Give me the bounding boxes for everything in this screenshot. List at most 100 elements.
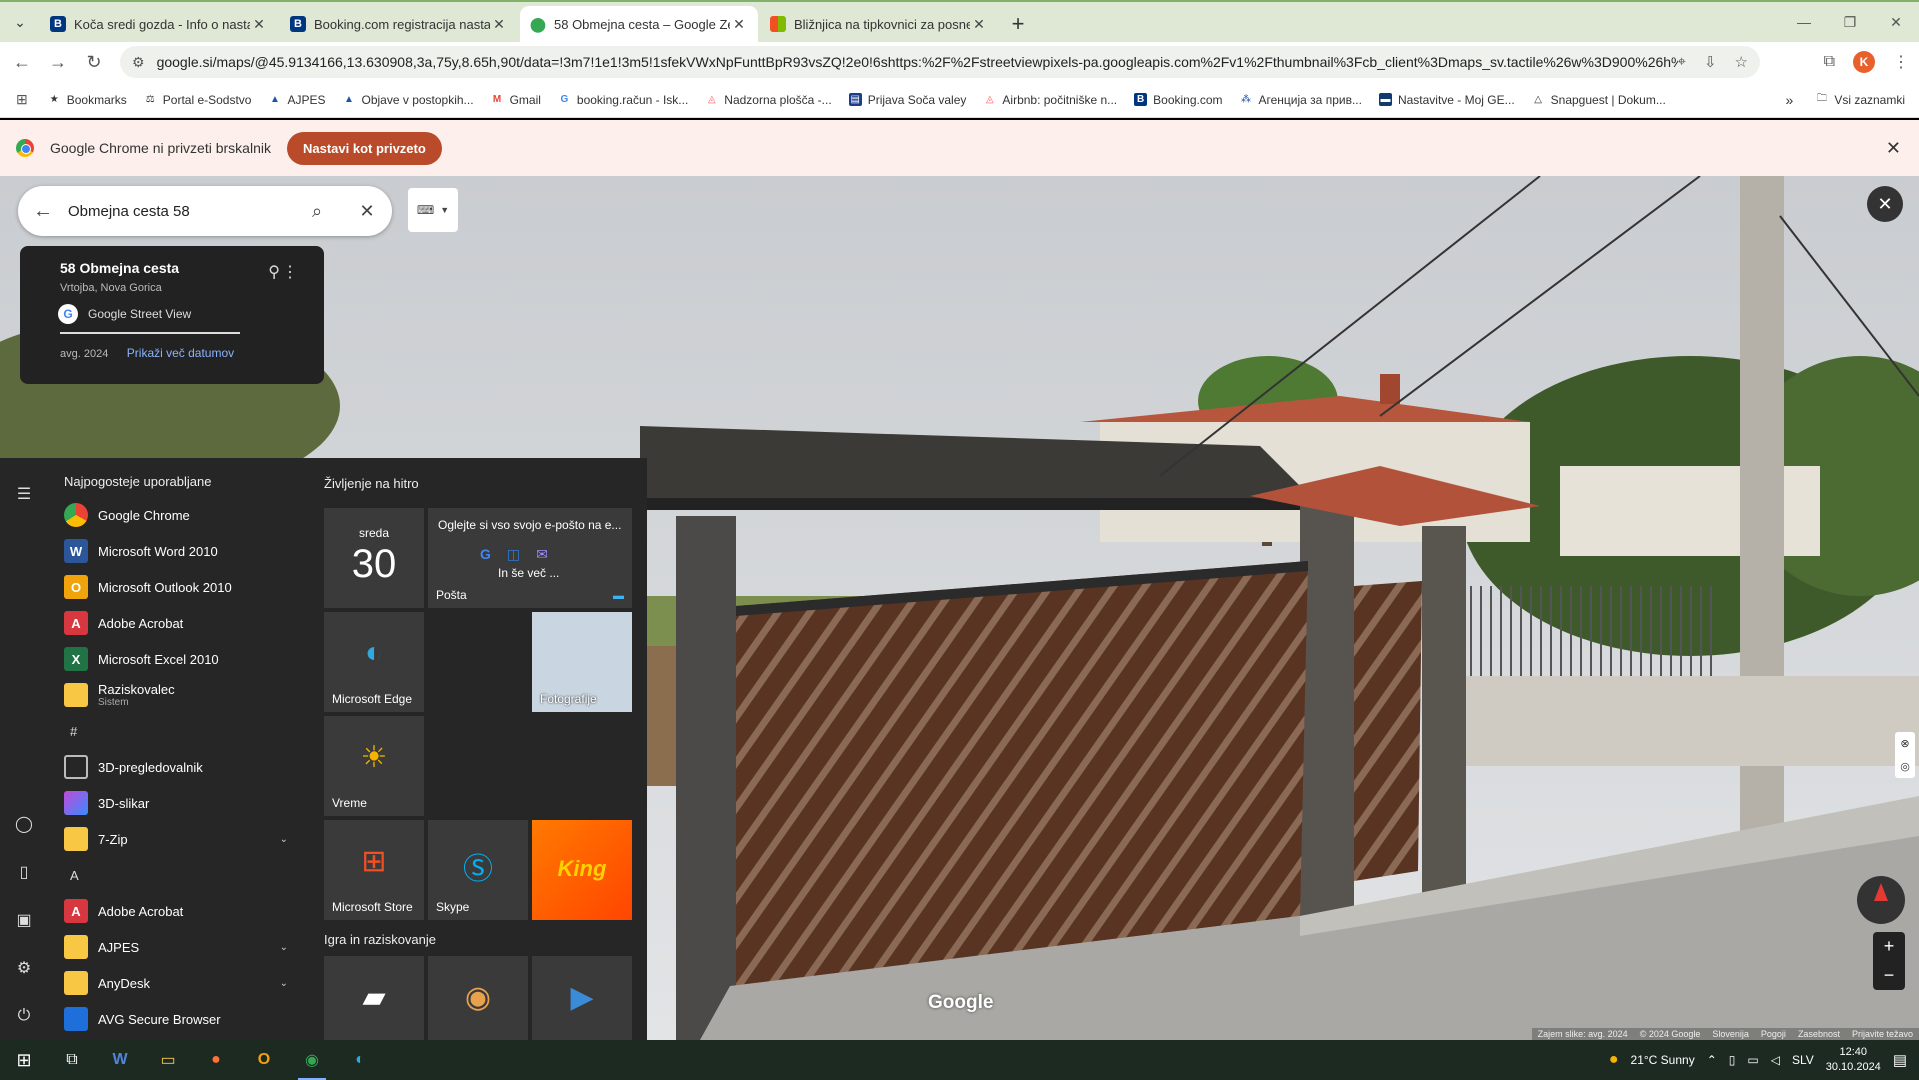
word-icon[interactable]: W xyxy=(96,1040,144,1080)
layers-icon[interactable]: ◎ xyxy=(1900,760,1910,773)
browser-tab[interactable]: B Koča sredi gozda - Info o nasta ✕ xyxy=(40,6,278,42)
restore-icon[interactable]: ❐ xyxy=(1827,2,1873,42)
location-icon[interactable]: ⌖ xyxy=(1678,53,1686,71)
settings-gear-icon[interactable]: ⚙ xyxy=(0,944,48,992)
compass-control[interactable] xyxy=(1857,876,1905,924)
device-icon[interactable]: ▯ xyxy=(1729,1053,1736,1067)
bookmark-star-icon[interactable]: ☆ xyxy=(1735,53,1748,71)
app-item[interactable]: Raziskovalec Sistem xyxy=(48,677,308,713)
minimize-icon[interactable]: — xyxy=(1781,2,1827,42)
skype-tile[interactable]: Ⓢ Skype xyxy=(428,820,528,920)
group-letter[interactable]: # xyxy=(48,713,308,749)
language-indicator[interactable]: SLV xyxy=(1792,1053,1814,1067)
close-icon[interactable]: ✕ xyxy=(1886,138,1901,159)
menu-icon[interactable]: ⋮ xyxy=(1893,52,1909,72)
close-icon[interactable]: ✕ xyxy=(970,16,988,33)
map-pin-icon[interactable]: ⚲ xyxy=(268,262,280,282)
keyboard-input-button[interactable]: ⌨ ▼ xyxy=(408,188,458,232)
url-text[interactable]: google.si/maps/@45.9134166,13.630908,3a,… xyxy=(157,54,1678,70)
new-tab-button[interactable]: + xyxy=(1000,6,1036,42)
bookmark-item[interactable]: ▲ Objave v postopkih... xyxy=(343,93,474,107)
bookmark-item[interactable]: ▬ Nastavitve - Moj GE... xyxy=(1378,93,1515,107)
close-icon[interactable]: ✕ xyxy=(730,16,748,33)
close-icon[interactable]: ✕ xyxy=(490,16,508,33)
zoom-out-button[interactable]: − xyxy=(1884,965,1895,986)
browser-tab-active[interactable]: ⬤ 58 Obmejna cesta – Google Ze ✕ xyxy=(520,6,758,42)
firefox-icon[interactable]: ● xyxy=(192,1040,240,1080)
search-icon[interactable]: ⌕ xyxy=(292,201,342,222)
attribution-item[interactable]: Slovenija xyxy=(1712,1029,1749,1039)
app-item[interactable]: A Adobe Acrobat xyxy=(48,893,308,929)
network-icon[interactable]: ▭ xyxy=(1747,1053,1758,1067)
hamburger-menu-icon[interactable]: ☰ xyxy=(0,470,48,518)
mail-tile[interactable]: Oglejte si vso svojo e-pošto na e... G ◫… xyxy=(428,508,632,608)
bookmark-item[interactable]: ⚖ Portal e-Sodstvo xyxy=(144,93,252,107)
app-item[interactable]: O Microsoft Outlook 2010 xyxy=(48,569,308,605)
search-input[interactable]: Obmejna cesta 58 xyxy=(68,203,292,220)
app-item[interactable]: Google Chrome xyxy=(48,497,308,533)
site-info-icon[interactable]: ⚙ xyxy=(132,54,145,71)
edge-tile[interactable]: ◐ Microsoft Edge xyxy=(324,612,424,712)
bookmark-item[interactable]: Gbooking.račun - Isk... xyxy=(558,93,689,107)
clock[interactable]: 12:40 30.10.2024 xyxy=(1826,1045,1881,1075)
bookmark-item[interactable]: △ Snapguest | Dokum... xyxy=(1532,93,1666,107)
task-view-icon[interactable]: ⧉ xyxy=(48,1040,96,1080)
address-bar[interactable]: ⚙ google.si/maps/@45.9134166,13.630908,3… xyxy=(120,46,1760,78)
forward-icon[interactable]: → xyxy=(40,44,76,80)
app-item[interactable]: 7-Zip ⌄ xyxy=(48,821,308,857)
documents-icon[interactable]: ▯ xyxy=(0,848,48,896)
edge-icon[interactable]: ◐ xyxy=(336,1040,384,1080)
chevron-up-icon[interactable]: ⌃ xyxy=(1707,1053,1717,1067)
calendar-tile[interactable]: sreda 30 xyxy=(324,508,424,608)
close-icon[interactable]: ✕ xyxy=(250,16,268,33)
back-icon[interactable]: ← xyxy=(4,44,40,80)
clear-icon[interactable]: ✕ xyxy=(342,201,392,222)
close-street-view-button[interactable]: ✕ xyxy=(1867,186,1903,222)
zoom-in-button[interactable]: + xyxy=(1884,936,1895,957)
install-icon[interactable]: ⇩ xyxy=(1704,53,1717,71)
bookmark-item[interactable]: ⁂ Агенција за прив... xyxy=(1240,93,1362,107)
app-item[interactable]: 3D-slikar xyxy=(48,785,308,821)
media-player-tile[interactable]: ◉ xyxy=(428,956,528,1040)
close-icon[interactable]: ⊗ xyxy=(1900,737,1909,750)
apps-grid-icon[interactable]: ⊞ xyxy=(16,91,28,108)
app-item[interactable]: AnyDesk ⌄ xyxy=(48,965,308,1001)
app-item[interactable]: AJPES ⌄ xyxy=(48,929,308,965)
notifications-icon[interactable]: ▤ xyxy=(1893,1051,1907,1069)
app-item[interactable]: W Microsoft Word 2010 xyxy=(48,533,308,569)
bookmark-item[interactable]: ▤ Prijava Soča valey xyxy=(848,93,966,107)
file-explorer-icon[interactable]: ▭ xyxy=(144,1040,192,1080)
outlook-icon[interactable]: O xyxy=(240,1040,288,1080)
game-tile[interactable]: ▰ xyxy=(324,956,424,1040)
bookmark-item[interactable]: ★ Bookmarks xyxy=(48,93,127,107)
app-item[interactable]: AVG Secure Browser xyxy=(48,1001,308,1037)
app-item[interactable]: 3D-pregledovalnik xyxy=(48,749,308,785)
more-options-icon[interactable]: ⋮ xyxy=(282,262,298,282)
photos-tile[interactable]: Fotografije xyxy=(532,612,632,712)
user-icon[interactable]: ◯ xyxy=(0,800,48,848)
attribution-item[interactable]: Zasebnost xyxy=(1798,1029,1840,1039)
weather-tile[interactable]: ☀ Vreme xyxy=(324,716,424,816)
attribution-item[interactable]: Prijavite težavo xyxy=(1852,1029,1913,1039)
close-window-icon[interactable]: ✕ xyxy=(1873,2,1919,42)
bookmark-item[interactable]: ◬ Nadzorna plošča -... xyxy=(705,93,832,107)
bookmark-item[interactable]: B Booking.com xyxy=(1134,93,1223,107)
bookmark-item[interactable]: M Gmail xyxy=(491,93,541,107)
set-default-button[interactable]: Nastavi kot privzeto xyxy=(286,131,442,165)
more-dates-link[interactable]: Prikaži več datumov xyxy=(127,346,234,360)
browser-tab[interactable]: B Booking.com registracija nasta ✕ xyxy=(280,6,518,42)
bookmark-item[interactable]: ▲ AJPES xyxy=(268,93,325,107)
all-bookmarks-button[interactable]: 🗀 Vsi zaznamki xyxy=(1815,93,1905,107)
store-tile[interactable]: ⊞ Microsoft Store xyxy=(324,820,424,920)
pictures-icon[interactable]: ▣ xyxy=(0,896,48,944)
movies-tile[interactable]: ▶ xyxy=(532,956,632,1040)
power-icon[interactable]: ⏻ xyxy=(0,992,48,1040)
windows-start-icon[interactable]: ⊞ xyxy=(0,1040,48,1080)
app-item[interactable]: X Microsoft Excel 2010 xyxy=(48,641,308,677)
king-tile[interactable]: King xyxy=(532,820,632,920)
chrome-icon[interactable]: ◉ xyxy=(288,1040,336,1080)
weather-text[interactable]: 21°C Sunny xyxy=(1631,1053,1695,1067)
profile-avatar[interactable]: K xyxy=(1853,51,1875,73)
reload-icon[interactable]: ↻ xyxy=(76,44,112,80)
attribution-item[interactable]: Pogoji xyxy=(1761,1029,1786,1039)
